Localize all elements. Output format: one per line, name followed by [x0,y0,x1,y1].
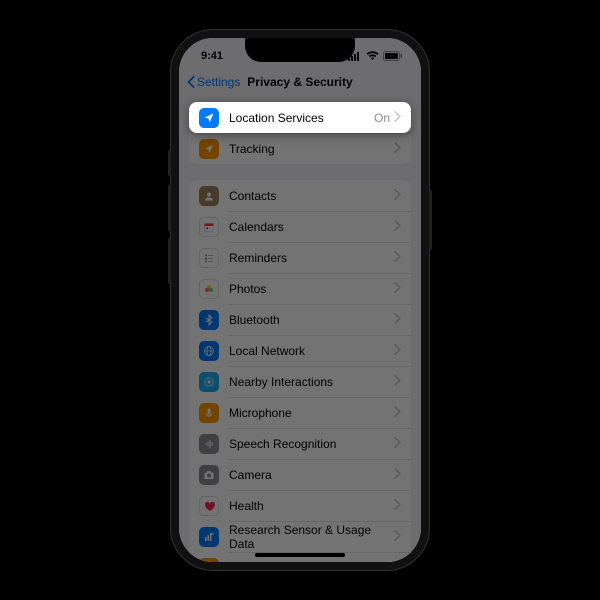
photos-icon [199,279,219,299]
settings-row-reminders[interactable]: Reminders [189,242,411,273]
settings-list[interactable]: Location ServicesOn Tracking Contacts Calen… [179,96,421,562]
chevron-right-icon [394,218,401,236]
settings-row-calendar[interactable]: Calendars [189,211,411,242]
back-label: Settings [197,75,240,89]
settings-row-network[interactable]: Local Network [189,335,411,366]
row-label: Nearby Interactions [229,375,394,389]
chevron-right-icon [394,559,401,563]
speech-icon [199,434,219,454]
row-label: Local Network [229,344,394,358]
chevron-right-icon [394,249,401,267]
wifi-icon [366,51,379,61]
row-label: Health [229,499,394,513]
settings-row-contacts[interactable]: Contacts [189,180,411,211]
chevron-right-icon [394,435,401,453]
battery-icon [383,51,403,61]
settings-row-speech[interactable]: Speech Recognition [189,428,411,459]
chevron-right-icon [394,528,401,546]
health-icon [199,496,219,516]
row-label: Calendars [229,220,394,234]
chevron-right-icon [394,466,401,484]
row-label: Microphone [229,406,394,420]
back-button[interactable]: Settings [187,75,240,89]
contacts-icon [199,186,219,206]
settings-row-location[interactable]: Location ServicesOn [189,102,411,133]
row-value: On [374,111,390,125]
row-label: Camera [229,468,394,482]
chevron-right-icon [394,373,401,391]
settings-row-research[interactable]: Research Sensor & Usage Data [189,521,411,552]
home-indicator[interactable] [255,553,345,557]
nearby-icon [199,372,219,392]
chevron-right-icon [394,280,401,298]
row-label: Photos [229,282,394,296]
calendar-icon [199,217,219,237]
chevron-right-icon [394,140,401,158]
row-label: Bluetooth [229,313,394,327]
device-notch [245,38,355,62]
settings-group: Contacts Calendars Reminders Photos Bluetoot… [189,180,411,562]
chevron-right-icon [394,342,401,360]
settings-row-nearby[interactable]: Nearby Interactions [189,366,411,397]
chevron-right-icon [394,109,401,127]
location-icon [199,108,219,128]
settings-row-mic[interactable]: Microphone [189,397,411,428]
row-label: Location Services [229,111,374,125]
nav-bar: Settings Privacy & Security [179,68,421,96]
chevron-right-icon [394,404,401,422]
mic-icon [199,403,219,423]
reminders-icon [199,248,219,268]
status-time: 9:41 [201,50,223,62]
settings-row-bluetooth[interactable]: Bluetooth [189,304,411,335]
row-label: Reminders [229,251,394,265]
chevron-left-icon [187,76,195,88]
chevron-right-icon [394,187,401,205]
row-label: HomeKit [229,561,394,563]
row-label: Tracking [229,142,394,156]
chevron-right-icon [394,497,401,515]
chevron-right-icon [394,311,401,329]
bluetooth-icon [199,310,219,330]
camera-icon [199,465,219,485]
homekit-icon [199,558,219,563]
settings-row-tracking[interactable]: Tracking [189,133,411,164]
row-label: Speech Recognition [229,437,394,451]
settings-group: Location ServicesOn Tracking [189,102,411,164]
settings-row-health[interactable]: Health [189,490,411,521]
row-label: Research Sensor & Usage Data [229,523,394,551]
settings-row-camera[interactable]: Camera [189,459,411,490]
research-icon [199,527,219,547]
row-label: Contacts [229,189,394,203]
settings-row-photos[interactable]: Photos [189,273,411,304]
network-icon [199,341,219,361]
tracking-icon [199,139,219,159]
